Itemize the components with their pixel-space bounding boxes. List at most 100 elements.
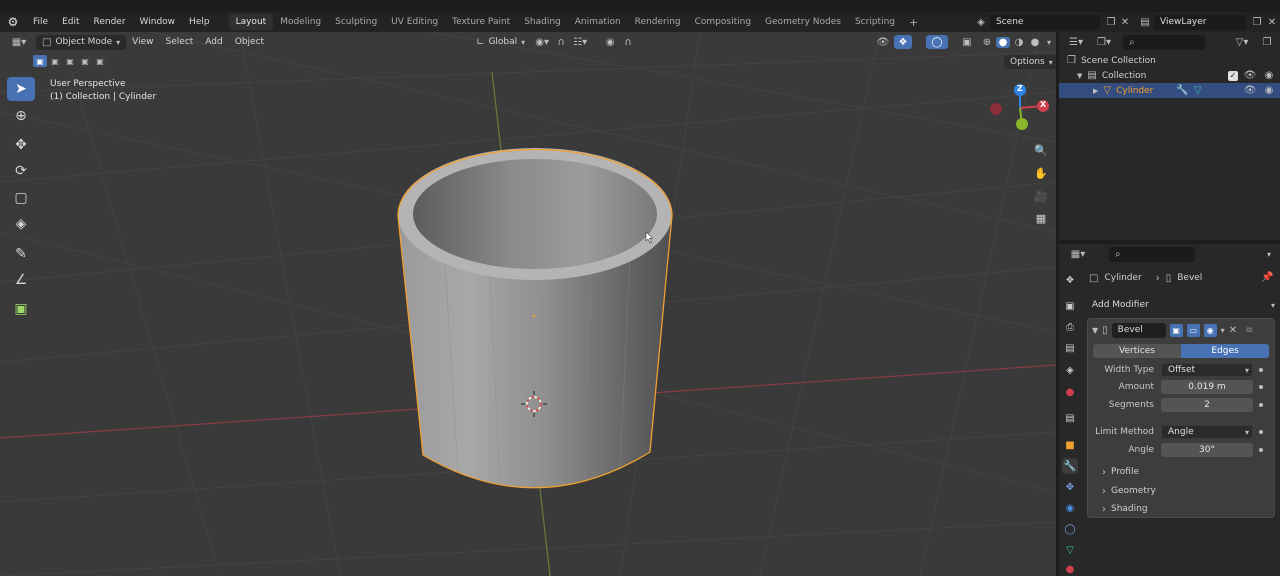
cursor-tool[interactable]: ⊕ [7,104,35,128]
modifier-name-input[interactable]: Bevel [1111,322,1166,338]
tab-rendering[interactable]: Rendering [628,14,688,30]
view-layer-selector[interactable]: ViewLayer [1154,14,1246,30]
geometry-subpanel[interactable]: › Geometry [1102,486,1156,497]
select-new-icon[interactable]: ▣ [33,55,47,67]
editor-type-icon[interactable]: ☰▾ [1065,37,1087,48]
material-shading-icon[interactable]: ◑ [1012,37,1026,48]
overlay-toggle-icon[interactable]: ◯ [926,35,948,49]
pan-hand-icon[interactable]: ✋ [1031,163,1051,183]
snap-target-icon[interactable]: ☷▾ [569,37,591,48]
pivot-point-icon[interactable]: ◉▾ [531,37,553,48]
physics-tab-icon[interactable]: ◉ [1062,500,1078,516]
new-scene-icon[interactable]: ❐ [1104,17,1118,28]
viewport-toggle-icon[interactable]: ▭ [1186,323,1200,337]
camera-view-icon[interactable]: 🎥 [1031,186,1051,206]
constraints-tab-icon[interactable]: ◯ [1062,521,1078,537]
checkbox-icon[interactable]: ✓ [1228,70,1238,81]
transform-tool[interactable]: ◈ [7,212,35,236]
modifier-wrench-icon[interactable]: 🔧 [1176,85,1188,96]
scale-tool[interactable]: ▢ [7,186,35,210]
tab-sculpting[interactable]: Sculpting [328,14,384,30]
snap-icon[interactable]: ∩ [553,37,569,48]
menu-window[interactable]: Window [133,17,183,27]
proportional-edit-icon[interactable]: ◉ [601,37,619,48]
3d-viewport[interactable]: ▦▾ □ Object Mode ▾ View Select Add Objec… [0,32,1056,576]
render-tab-icon[interactable]: ▣ [1062,298,1078,314]
profile-subpanel[interactable]: › Profile [1102,467,1139,478]
perspective-grid-icon[interactable]: ▦ [1031,208,1051,228]
expand-arrow-icon[interactable]: ▶ [1093,87,1098,95]
object-tab-icon[interactable]: ■ [1062,437,1078,453]
tab-texture-paint[interactable]: Texture Paint [445,14,517,30]
tab-modeling[interactable]: Modeling [273,14,328,30]
scene-selector[interactable]: Scene [990,14,1100,30]
menu-file[interactable]: File [26,17,55,27]
tab-scripting[interactable]: Scripting [848,14,902,30]
keyframe-dot[interactable] [1259,448,1263,452]
amount-field[interactable]: 0.019 m [1161,380,1253,394]
collection-tab-icon[interactable]: ▤ [1062,410,1078,426]
select-extend-icon[interactable]: ▣ [48,55,62,67]
particles-tab-icon[interactable]: ✥ [1062,479,1078,495]
scene-collection-row[interactable]: ❐ Scene Collection [1059,53,1280,68]
editor-type-icon[interactable]: ▦▾ [1067,249,1089,260]
chevron-down-icon[interactable]: ▾ [1262,250,1276,259]
new-collection-icon[interactable]: ❐ [1258,37,1276,48]
blender-logo-icon[interactable]: ⚙ [0,15,26,29]
add-cube-tool[interactable]: ▣ [7,297,35,321]
rendered-shading-icon[interactable]: ● [1028,37,1042,48]
delete-scene-icon[interactable]: ✕ [1118,17,1132,28]
move-tool[interactable]: ✥ [7,133,35,157]
zoom-icon[interactable]: 🔍 [1031,140,1051,160]
menu-object[interactable]: Object [229,35,270,49]
edit-mode-toggle-icon[interactable]: ▣ [1169,323,1183,337]
tab-shading[interactable]: Shading [517,14,568,30]
camera-icon[interactable]: ◉ [1262,85,1276,96]
scene-tab-icon[interactable]: ◈ [1062,362,1078,378]
display-mode-icon[interactable]: ❐▾ [1093,37,1115,48]
expand-arrow-icon[interactable]: ▼ [1077,72,1082,80]
select-intersect-icon[interactable]: ▣ [93,55,107,67]
keyframe-dot[interactable] [1259,385,1263,389]
shading-subpanel[interactable]: › Shading [1102,504,1148,515]
tab-animation[interactable]: Animation [568,14,628,30]
solid-shading-icon[interactable]: ● [996,36,1010,48]
affect-edges-button[interactable]: Edges [1181,344,1269,358]
properties-search-input[interactable]: ⌕ [1109,246,1195,262]
menu-help[interactable]: Help [182,17,217,27]
xray-icon[interactable]: ▣ [956,37,978,48]
menu-edit[interactable]: Edit [55,17,86,27]
filter-icon[interactable]: ▽▾ [1232,37,1252,48]
wireframe-shading-icon[interactable]: ⊕ [980,37,994,48]
transform-orientation[interactable]: ∟ Global ▾ [470,35,531,50]
add-workspace-button[interactable]: + [902,13,925,32]
menu-render[interactable]: Render [87,17,133,27]
select-difference-icon[interactable]: ▣ [78,55,92,67]
modifier-tab-icon[interactable]: 🔧 [1062,458,1078,474]
segments-field[interactable]: 2 [1161,398,1253,412]
material-tab-icon[interactable]: ● [1062,562,1078,576]
drag-handle-icon[interactable]: ≡ [1245,325,1253,336]
keyframe-dot[interactable] [1259,430,1263,434]
tool-tab-icon[interactable]: ❖ [1062,272,1078,288]
menu-view[interactable]: View [126,35,159,49]
eye-icon[interactable]: 👁 [1243,85,1257,96]
world-tab-icon[interactable]: ● [1062,384,1078,400]
gizmo-toggle-icon[interactable]: ❖ [894,35,912,49]
mesh-data-icon[interactable]: ▽ [1194,85,1202,96]
tab-layout[interactable]: Layout [228,14,274,30]
collection-row[interactable]: ▼ ▤ Collection ✓ 👁 ◉ [1059,68,1280,83]
keyframe-dot[interactable] [1259,403,1263,407]
mode-selector[interactable]: □ Object Mode ▾ [36,34,127,50]
view-layer-icon[interactable]: ▤ [1136,17,1154,28]
editor-type-icon[interactable]: ▦▾ [6,37,32,48]
select-subtract-icon[interactable]: ▣ [63,55,77,67]
delete-view-layer-icon[interactable]: ✕ [1264,17,1280,28]
rotate-tool[interactable]: ⟳ [7,159,35,183]
keyframe-dot[interactable] [1259,368,1263,372]
outliner-search-input[interactable]: ⌕ [1123,34,1205,50]
chevron-down-icon[interactable]: ▾ [1221,326,1225,335]
camera-icon[interactable]: ◉ [1262,70,1276,81]
options-dropdown[interactable]: Options ▾ [1004,55,1056,69]
angle-field[interactable]: 30° [1161,443,1253,457]
